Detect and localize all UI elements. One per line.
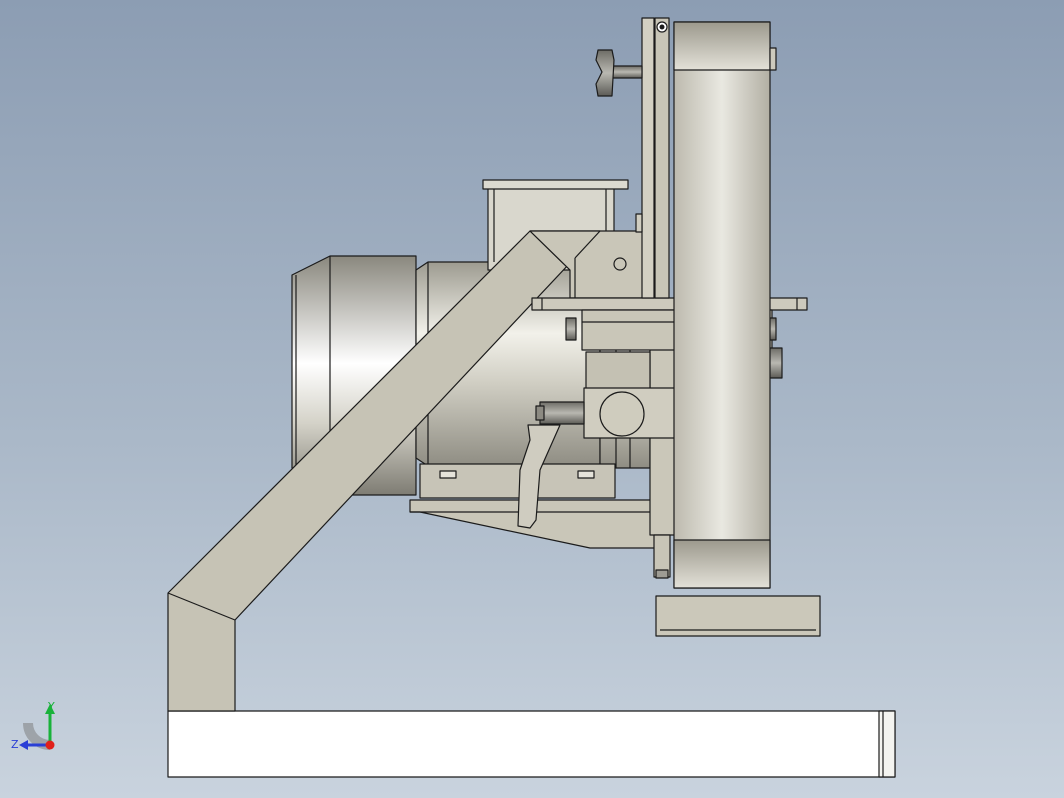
front-foot-block[interactable]: [655, 595, 821, 637]
cad-viewport[interactable]: Y Z: [0, 0, 1064, 798]
tension-knob-top[interactable]: [595, 49, 643, 97]
base-plate[interactable]: [167, 710, 896, 778]
clamp-screw-left[interactable]: [535, 401, 585, 425]
axis-triad: Y Z: [11, 700, 55, 751]
model-drawing[interactable]: Y Z: [0, 0, 1064, 798]
z-axis-label: Z: [11, 738, 19, 751]
x-axis-dot: [45, 740, 55, 750]
belt-wheel-housing[interactable]: [673, 21, 777, 589]
y-axis-label: Y: [47, 700, 55, 713]
